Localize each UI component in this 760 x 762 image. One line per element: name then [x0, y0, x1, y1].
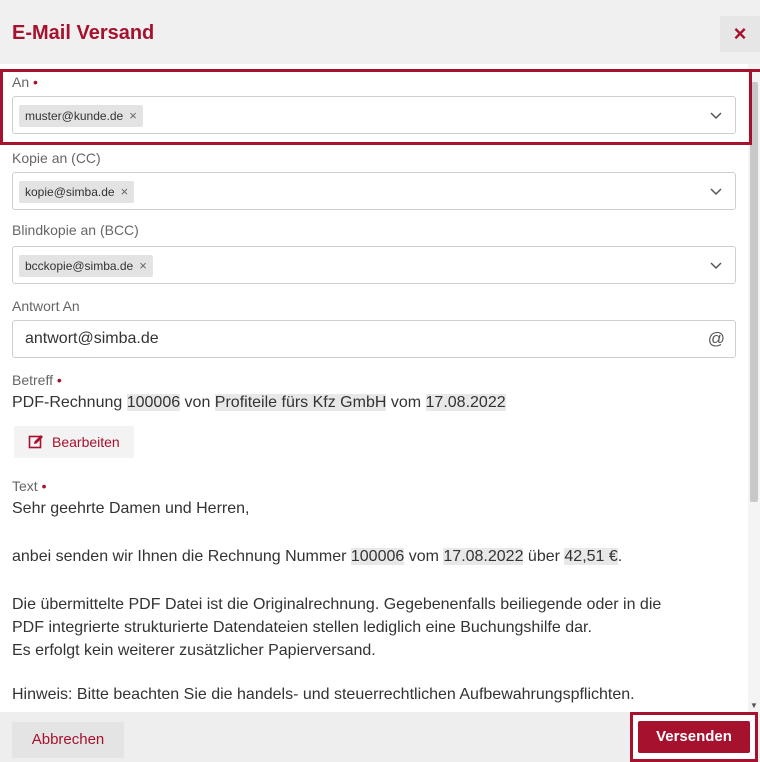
- chip-remove-icon[interactable]: ×: [121, 184, 129, 199]
- edit-button[interactable]: Bearbeiten: [14, 426, 134, 458]
- chevron-down-icon[interactable]: [707, 182, 725, 200]
- text-paragraph-line: PDF integrierte strukturierte Datendatei…: [12, 619, 592, 636]
- cancel-button[interactable]: Abbrechen: [12, 722, 124, 758]
- edit-icon: [28, 435, 43, 449]
- reply-to-label: Antwort An: [12, 298, 80, 314]
- subject-label: Betreff •: [12, 372, 62, 388]
- content-scrollbar[interactable]: ▼: [748, 64, 760, 712]
- dialog-footer: Abbrechen Versenden: [0, 712, 760, 762]
- required-marker: •: [41, 478, 47, 494]
- highlight-connector: [749, 69, 760, 72]
- scroll-down-icon[interactable]: ▼: [748, 701, 760, 710]
- dialog-title: E-Mail Versand: [12, 22, 155, 44]
- subject-part: vom: [386, 394, 426, 411]
- subject-placeholder-company: Profiteile fürs Kfz GmbH: [214, 394, 387, 411]
- subject-placeholder-invoice-number: 100006: [126, 394, 181, 411]
- text-part: vom: [404, 548, 444, 565]
- text-label: Text •: [12, 478, 46, 494]
- subject-text: PDF-Rechnung 100006 von Profiteile fürs …: [12, 394, 506, 412]
- subject-part: von: [180, 394, 215, 411]
- text-label-text: Text: [12, 478, 38, 494]
- text-part: .: [617, 548, 623, 565]
- text-placeholder-amount: 42,51 €: [564, 548, 618, 565]
- reply-to-input[interactable]: antwort@simba.de @: [12, 320, 736, 358]
- bcc-label: Blindkopie an (BCC): [12, 222, 139, 238]
- bcc-recipient-select[interactable]: bcckopie@simba.de ×: [12, 246, 736, 284]
- cc-recipient-chip: kopie@simba.de ×: [19, 181, 135, 203]
- at-sign-icon: @: [707, 329, 725, 348]
- reply-to-value: antwort@simba.de: [25, 330, 159, 347]
- text-paragraph-line: Hinweis: Bitte beachten Sie die handels-…: [12, 686, 635, 703]
- edit-button-label: Bearbeiten: [52, 434, 120, 450]
- chip-label: kopie@simba.de: [25, 185, 115, 199]
- close-icon[interactable]: ×: [720, 16, 760, 52]
- text-placeholder-date: 17.08.2022: [443, 548, 524, 565]
- send-button[interactable]: Versenden: [638, 721, 750, 753]
- cc-label: Kopie an (CC): [12, 150, 101, 166]
- text-part: anbei senden wir Ihnen die Rechnung Numm…: [12, 548, 351, 565]
- text-greeting: Sehr geehrte Damen und Herren,: [12, 500, 250, 517]
- subject-label-text: Betreff: [12, 372, 53, 388]
- bcc-recipient-chip: bcckopie@simba.de ×: [19, 255, 153, 277]
- text-paragraph-line: Es erfolgt kein weiterer zusätzlicher Pa…: [12, 642, 376, 659]
- text-paragraph-line: Die übermittelte PDF Datei ist die Origi…: [12, 596, 662, 613]
- text-placeholder-invoice-number: 100006: [350, 548, 405, 565]
- subject-placeholder-date: 17.08.2022: [425, 394, 506, 411]
- text-part: über: [523, 548, 565, 565]
- scrollbar-thumb[interactable]: [750, 82, 758, 502]
- chip-remove-icon[interactable]: ×: [139, 258, 147, 273]
- chevron-down-icon[interactable]: [707, 256, 725, 274]
- dialog-titlebar: E-Mail Versand ×: [0, 0, 760, 64]
- text-line-invoice: anbei senden wir Ihnen die Rechnung Numm…: [12, 548, 622, 566]
- cc-recipient-select[interactable]: kopie@simba.de ×: [12, 172, 736, 210]
- chip-label: bcckopie@simba.de: [25, 259, 134, 273]
- send-highlight-frame: Versenden: [630, 712, 758, 762]
- recipient-highlight-frame: [0, 69, 752, 145]
- required-marker: •: [56, 372, 62, 388]
- subject-part: PDF-Rechnung: [12, 394, 127, 411]
- dialog-content: An • muster@kunde.de × Kopie an (CC) kopi…: [0, 64, 748, 712]
